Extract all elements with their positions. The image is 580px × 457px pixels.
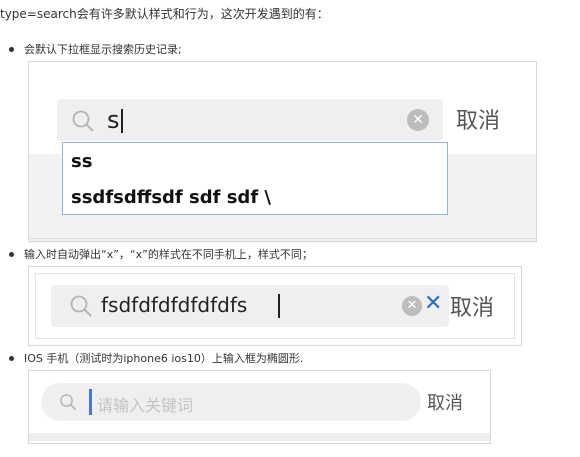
bullet-item-clear-x: 输入时自动弹出“x”，“x”的样式在不同手机上，样式不同；: [9, 248, 313, 262]
bullet-text: 会默认下拉框显示搜索历史记录;: [24, 43, 182, 56]
text-caret: [278, 294, 280, 318]
screenshot-history-dropdown: s ✕ 取消 ss ssdfsdffsdf sdf sdf \: [28, 61, 537, 242]
history-item[interactable]: ssdfsdffsdf sdf sdf \: [71, 187, 271, 208]
bullet-dot: [9, 46, 14, 52]
search-input[interactable]: 请输入关键词: [41, 383, 421, 421]
bullet-dot: [9, 355, 14, 361]
bullet-item-history: 会默认下拉框显示搜索历史记录;: [9, 43, 182, 57]
bullet-dot: [9, 251, 14, 257]
clear-icon-circle[interactable]: ✕: [402, 296, 422, 316]
divider: [29, 238, 536, 239]
search-history-dropdown: ss ssdfsdffsdf sdf sdf \: [62, 142, 448, 215]
bullet-item-ios-ellipse: IOS 手机（测试时为iphone6 ios10）上输入框为椭圆形.: [9, 352, 303, 366]
search-placeholder: 请输入关键词: [97, 396, 194, 415]
search-icon: [72, 110, 94, 132]
cancel-button[interactable]: 取消: [456, 103, 500, 135]
search-input[interactable]: fsdfdfdfdfdfdfs ✕ ✕: [51, 285, 449, 327]
search-value: s: [107, 106, 120, 134]
text-caret: [121, 109, 123, 133]
cancel-button[interactable]: 取消: [450, 290, 494, 322]
clear-icon[interactable]: ✕: [407, 109, 429, 131]
cancel-button[interactable]: 取消: [427, 389, 463, 415]
search-value: fsdfdfdfdfdfdfs: [101, 293, 248, 317]
intro-text: type=search会有许多默认样式和行为，这次开发遇到的有：: [0, 7, 329, 21]
search-icon: [60, 394, 77, 411]
history-item[interactable]: ss: [71, 151, 92, 172]
search-input[interactable]: s ✕: [57, 99, 443, 141]
bullet-text: IOS 手机（测试时为iphone6 ios10）上输入框为椭圆形.: [24, 352, 304, 365]
clear-icon-x[interactable]: ✕: [424, 291, 442, 316]
text-caret: [89, 389, 92, 415]
screenshot-ios-ellipse: 请输入关键词 取消: [28, 370, 491, 444]
screenshot-clear-x: fsdfdfdfdfdfdfs ✕ ✕ 取消: [28, 266, 522, 346]
bottom-strip: [29, 433, 490, 441]
search-icon: [70, 295, 92, 317]
bullet-text: 输入时自动弹出“x”，“x”的样式在不同手机上，样式不同；: [24, 248, 313, 261]
